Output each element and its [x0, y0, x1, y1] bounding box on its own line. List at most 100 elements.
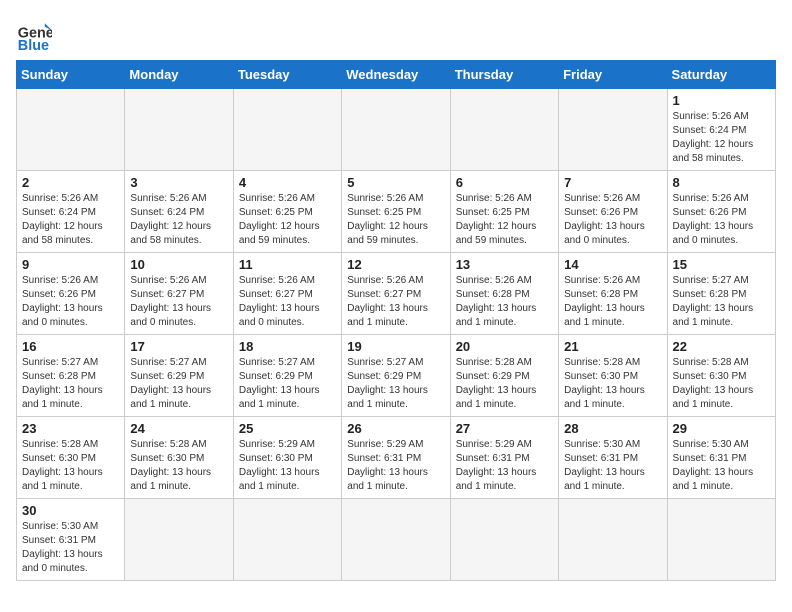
header-friday: Friday	[559, 61, 667, 89]
day-info: Sunrise: 5:26 AM Sunset: 6:24 PM Dayligh…	[22, 192, 119, 248]
day-info: Sunrise: 5:27 AM Sunset: 6:28 PM Dayligh…	[22, 356, 119, 412]
day-number: 13	[456, 257, 553, 272]
calendar-header-row: SundayMondayTuesdayWednesdayThursdayFrid…	[17, 61, 776, 89]
week-row-3: 9 Sunrise: 5:26 AM Sunset: 6:26 PM Daylig…	[17, 253, 776, 335]
day-info: Sunrise: 5:27 AM Sunset: 6:28 PM Dayligh…	[673, 274, 770, 330]
calendar-cell: 27 Sunrise: 5:29 AM Sunset: 6:31 PM Dayli…	[450, 417, 558, 499]
day-info: Sunrise: 5:26 AM Sunset: 6:26 PM Dayligh…	[22, 274, 119, 330]
day-number: 7	[564, 175, 661, 190]
day-number: 14	[564, 257, 661, 272]
day-number: 27	[456, 421, 553, 436]
calendar-cell	[233, 89, 341, 171]
day-number: 23	[22, 421, 119, 436]
day-info: Sunrise: 5:30 AM Sunset: 6:31 PM Dayligh…	[673, 438, 770, 494]
day-number: 11	[239, 257, 336, 272]
day-info: Sunrise: 5:26 AM Sunset: 6:26 PM Dayligh…	[673, 192, 770, 248]
day-number: 16	[22, 339, 119, 354]
week-row-4: 16 Sunrise: 5:27 AM Sunset: 6:28 PM Dayli…	[17, 335, 776, 417]
day-info: Sunrise: 5:28 AM Sunset: 6:30 PM Dayligh…	[130, 438, 227, 494]
day-number: 10	[130, 257, 227, 272]
week-row-2: 2 Sunrise: 5:26 AM Sunset: 6:24 PM Daylig…	[17, 171, 776, 253]
day-number: 2	[22, 175, 119, 190]
day-number: 28	[564, 421, 661, 436]
calendar-cell: 30 Sunrise: 5:30 AM Sunset: 6:31 PM Dayli…	[17, 499, 125, 581]
day-number: 20	[456, 339, 553, 354]
day-info: Sunrise: 5:27 AM Sunset: 6:29 PM Dayligh…	[239, 356, 336, 412]
calendar-cell	[342, 499, 450, 581]
calendar-cell: 28Sunrise: 5:30 AM Sunset: 6:31 PM Dayli…	[559, 417, 667, 499]
header-saturday: Saturday	[667, 61, 775, 89]
day-number: 22	[673, 339, 770, 354]
logo: General Blue	[16, 16, 56, 52]
day-number: 30	[22, 503, 119, 518]
calendar-cell: 26Sunrise: 5:29 AM Sunset: 6:31 PM Dayli…	[342, 417, 450, 499]
calendar-cell	[667, 499, 775, 581]
day-number: 8	[673, 175, 770, 190]
page-header: General Blue	[16, 16, 776, 52]
header-tuesday: Tuesday	[233, 61, 341, 89]
calendar-cell: 20 Sunrise: 5:28 AM Sunset: 6:29 PM Dayli…	[450, 335, 558, 417]
day-number: 21	[564, 339, 661, 354]
calendar-cell: 1Sunrise: 5:26 AM Sunset: 6:24 PM Daylig…	[667, 89, 775, 171]
calendar-cell: 7 Sunrise: 5:26 AM Sunset: 6:26 PM Daylig…	[559, 171, 667, 253]
calendar-cell: 23 Sunrise: 5:28 AM Sunset: 6:30 PM Dayli…	[17, 417, 125, 499]
calendar-cell: 9 Sunrise: 5:26 AM Sunset: 6:26 PM Daylig…	[17, 253, 125, 335]
calendar-cell: 12Sunrise: 5:26 AM Sunset: 6:27 PM Dayli…	[342, 253, 450, 335]
day-info: Sunrise: 5:27 AM Sunset: 6:29 PM Dayligh…	[130, 356, 227, 412]
calendar-cell: 14 Sunrise: 5:26 AM Sunset: 6:28 PM Dayli…	[559, 253, 667, 335]
day-info: Sunrise: 5:26 AM Sunset: 6:26 PM Dayligh…	[564, 192, 661, 248]
header-sunday: Sunday	[17, 61, 125, 89]
calendar-cell	[342, 89, 450, 171]
day-info: Sunrise: 5:30 AM Sunset: 6:31 PM Dayligh…	[22, 520, 119, 576]
day-info: Sunrise: 5:26 AM Sunset: 6:24 PM Dayligh…	[130, 192, 227, 248]
day-info: Sunrise: 5:26 AM Sunset: 6:24 PM Dayligh…	[673, 110, 770, 166]
calendar-cell	[450, 499, 558, 581]
day-info: Sunrise: 5:29 AM Sunset: 6:31 PM Dayligh…	[456, 438, 553, 494]
calendar-cell	[125, 89, 233, 171]
calendar-cell: 18 Sunrise: 5:27 AM Sunset: 6:29 PM Dayli…	[233, 335, 341, 417]
day-number: 5	[347, 175, 444, 190]
day-info: Sunrise: 5:26 AM Sunset: 6:25 PM Dayligh…	[456, 192, 553, 248]
calendar-cell: 13Sunrise: 5:26 AM Sunset: 6:28 PM Dayli…	[450, 253, 558, 335]
week-row-1: 1Sunrise: 5:26 AM Sunset: 6:24 PM Daylig…	[17, 89, 776, 171]
day-info: Sunrise: 5:26 AM Sunset: 6:27 PM Dayligh…	[239, 274, 336, 330]
calendar-cell: 11 Sunrise: 5:26 AM Sunset: 6:27 PM Dayli…	[233, 253, 341, 335]
day-number: 18	[239, 339, 336, 354]
day-info: Sunrise: 5:28 AM Sunset: 6:30 PM Dayligh…	[564, 356, 661, 412]
calendar-cell: 4 Sunrise: 5:26 AM Sunset: 6:25 PM Daylig…	[233, 171, 341, 253]
calendar-cell: 16 Sunrise: 5:27 AM Sunset: 6:28 PM Dayli…	[17, 335, 125, 417]
day-info: Sunrise: 5:29 AM Sunset: 6:31 PM Dayligh…	[347, 438, 444, 494]
calendar-cell: 29Sunrise: 5:30 AM Sunset: 6:31 PM Dayli…	[667, 417, 775, 499]
day-info: Sunrise: 5:29 AM Sunset: 6:30 PM Dayligh…	[239, 438, 336, 494]
calendar-cell: 22 Sunrise: 5:28 AM Sunset: 6:30 PM Dayli…	[667, 335, 775, 417]
day-number: 9	[22, 257, 119, 272]
day-info: Sunrise: 5:26 AM Sunset: 6:28 PM Dayligh…	[564, 274, 661, 330]
day-number: 25	[239, 421, 336, 436]
day-number: 3	[130, 175, 227, 190]
calendar-cell: 25 Sunrise: 5:29 AM Sunset: 6:30 PM Dayli…	[233, 417, 341, 499]
week-row-6: 30 Sunrise: 5:30 AM Sunset: 6:31 PM Dayli…	[17, 499, 776, 581]
calendar-cell: 5 Sunrise: 5:26 AM Sunset: 6:25 PM Daylig…	[342, 171, 450, 253]
calendar-cell: 15Sunrise: 5:27 AM Sunset: 6:28 PM Dayli…	[667, 253, 775, 335]
calendar-cell	[233, 499, 341, 581]
calendar-cell	[559, 499, 667, 581]
day-number: 17	[130, 339, 227, 354]
day-number: 4	[239, 175, 336, 190]
day-info: Sunrise: 5:26 AM Sunset: 6:25 PM Dayligh…	[239, 192, 336, 248]
day-info: Sunrise: 5:28 AM Sunset: 6:30 PM Dayligh…	[673, 356, 770, 412]
header-monday: Monday	[125, 61, 233, 89]
day-info: Sunrise: 5:28 AM Sunset: 6:30 PM Dayligh…	[22, 438, 119, 494]
day-info: Sunrise: 5:28 AM Sunset: 6:29 PM Dayligh…	[456, 356, 553, 412]
logo-icon: General Blue	[16, 16, 52, 52]
svg-text:Blue: Blue	[18, 38, 49, 52]
calendar-cell: 17 Sunrise: 5:27 AM Sunset: 6:29 PM Dayli…	[125, 335, 233, 417]
calendar-cell: 3 Sunrise: 5:26 AM Sunset: 6:24 PM Daylig…	[125, 171, 233, 253]
calendar-cell: 21 Sunrise: 5:28 AM Sunset: 6:30 PM Dayli…	[559, 335, 667, 417]
day-info: Sunrise: 5:26 AM Sunset: 6:25 PM Dayligh…	[347, 192, 444, 248]
calendar-cell: 10Sunrise: 5:26 AM Sunset: 6:27 PM Dayli…	[125, 253, 233, 335]
calendar-cell	[125, 499, 233, 581]
header-wednesday: Wednesday	[342, 61, 450, 89]
calendar-cell	[559, 89, 667, 171]
calendar-cell: 2 Sunrise: 5:26 AM Sunset: 6:24 PM Daylig…	[17, 171, 125, 253]
day-number: 6	[456, 175, 553, 190]
